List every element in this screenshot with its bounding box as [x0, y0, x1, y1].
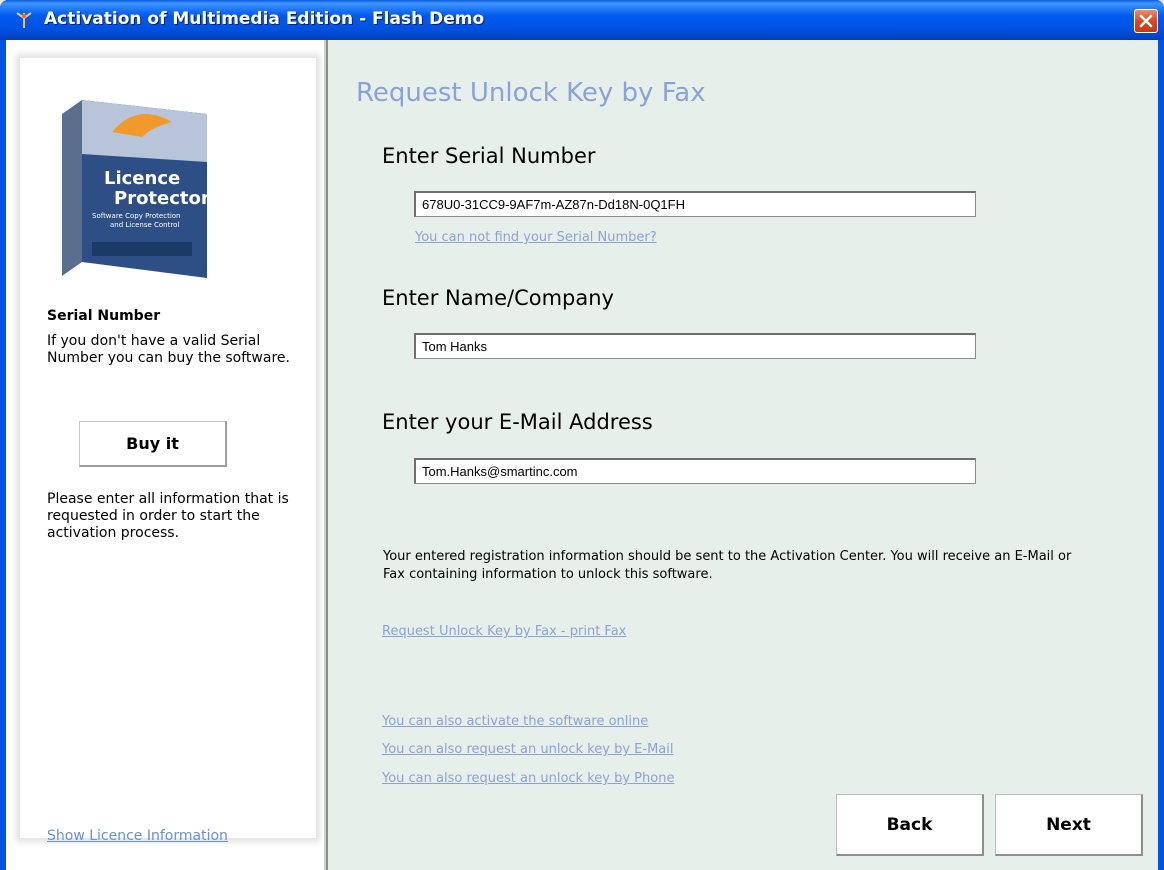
title-bar[interactable]: Activation of Multimedia Edition - Flash…: [0, 0, 1164, 40]
buy-it-button[interactable]: Buy it: [79, 421, 227, 467]
activate-online-link[interactable]: You can also activate the software onlin…: [382, 714, 648, 729]
sidebar: Licence Protector Software Copy Protecti…: [6, 40, 326, 870]
sidebar-text-2a: Please enter all information that is: [47, 491, 289, 507]
product-subtitle-2: and License Control: [110, 221, 179, 229]
sidebar-text-2c: activation process.: [47, 525, 180, 541]
info-text-line-2: Fax containing information to unlock thi…: [383, 567, 713, 582]
show-licence-link[interactable]: Show Licence Information: [47, 828, 228, 844]
print-fax-link[interactable]: Request Unlock Key by Fax - print Fax: [382, 624, 626, 639]
serial-label: Enter Serial Number: [382, 144, 596, 168]
page-title: Request Unlock Key by Fax: [356, 78, 706, 108]
close-button[interactable]: [1134, 9, 1158, 33]
sidebar-divider: [326, 40, 328, 870]
activation-window: Activation of Multimedia Edition - Flash…: [0, 0, 1164, 870]
product-title-1: Licence: [104, 168, 180, 189]
info-text-line-1: Your entered registration information sh…: [383, 549, 1072, 564]
product-subtitle-1: Software Copy Protection: [92, 212, 180, 220]
sidebar-text-1b: Number you can buy the software.: [47, 350, 290, 366]
product-box-image: Licence Protector Software Copy Protecti…: [62, 100, 210, 278]
window-content: Licence Protector Software Copy Protecti…: [6, 40, 1158, 870]
info-text: Your entered registration information sh…: [383, 548, 1153, 584]
sidebar-text-2b: requested in order to start the: [47, 508, 260, 524]
close-icon: [1139, 14, 1153, 28]
email-label: Enter your E-Mail Address: [382, 410, 653, 434]
back-button[interactable]: Back: [836, 794, 984, 856]
product-title-2: Protector: [114, 188, 210, 209]
serial-number-field[interactable]: 678U0-31CC9-9AF7m-AZ87n-Dd18N-0Q1FH: [414, 191, 976, 217]
request-email-link[interactable]: You can also request an unlock key by E-…: [382, 742, 673, 757]
name-company-field[interactable]: Tom Hanks: [414, 333, 976, 359]
next-button[interactable]: Next: [995, 794, 1143, 856]
app-icon: [16, 12, 32, 28]
email-field[interactable]: Tom.Hanks@smartinc.com: [414, 458, 976, 484]
request-phone-link[interactable]: You can also request an unlock key by Ph…: [382, 771, 674, 786]
find-serial-link[interactable]: You can not find your Serial Number?: [415, 230, 657, 245]
window-frame-right: [1158, 40, 1164, 870]
sidebar-heading: Serial Number: [47, 308, 161, 324]
name-label: Enter Name/Company: [382, 286, 614, 310]
window-title: Activation of Multimedia Edition - Flash…: [44, 9, 485, 29]
sidebar-text-1a: If you don't have a valid Serial: [47, 333, 261, 349]
